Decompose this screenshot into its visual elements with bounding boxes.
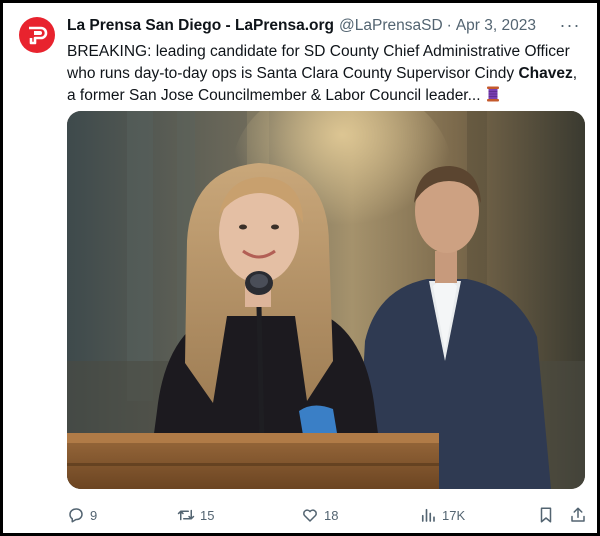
avatar[interactable]	[19, 17, 55, 53]
la-prensa-logo-icon	[29, 26, 48, 45]
heart-icon	[303, 509, 317, 522]
separator-dot: ·	[446, 17, 452, 34]
tweet-text-bold: Chavez	[518, 65, 573, 82]
views-count: 17K	[442, 507, 466, 523]
share-icon	[571, 507, 585, 522]
tweet-text-part1: BREAKING: leading candidate for SD Count…	[67, 43, 570, 82]
like-count: 18	[324, 507, 339, 523]
author-handle[interactable]: @LaPrensaSD	[339, 17, 443, 35]
press-conference-photo	[67, 111, 585, 489]
retweet-icon	[177, 509, 195, 521]
views-bar-chart-icon	[421, 508, 435, 522]
reply-button[interactable]: 9	[67, 503, 97, 527]
tweet-header: La Prensa San Diego - LaPrensa.org @LaPr…	[67, 16, 583, 36]
reply-count: 9	[90, 507, 98, 523]
views-button[interactable]: 17K	[419, 503, 465, 527]
thread-spool-icon	[484, 85, 502, 110]
bookmark-button[interactable]	[537, 503, 560, 527]
tweet-photo[interactable]	[67, 111, 585, 489]
author-name[interactable]: La Prensa San Diego - LaPrensa.org	[67, 17, 334, 35]
like-button[interactable]: 18	[301, 503, 338, 527]
retweet-count: 15	[200, 507, 215, 523]
tweet-card[interactable]: La Prensa San Diego - LaPrensa.org @LaPr…	[0, 0, 600, 536]
bookmark-icon	[540, 507, 552, 523]
tweet-text: BREAKING: leading candidate for SD Count…	[67, 41, 589, 110]
reply-icon	[69, 508, 83, 523]
action-bar: 9 15 18 17K	[67, 503, 591, 527]
more-options-icon[interactable]: ···	[559, 15, 581, 35]
retweet-button[interactable]: 15	[177, 503, 214, 527]
share-button[interactable]	[569, 503, 592, 527]
tweet-date[interactable]: Apr 3, 2023	[456, 17, 536, 35]
